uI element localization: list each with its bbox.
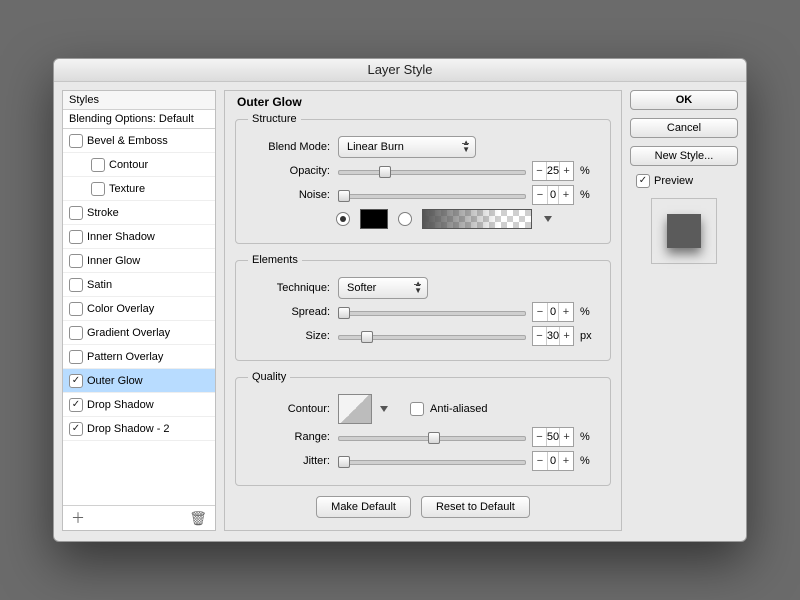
plus-icon[interactable]: + bbox=[558, 186, 573, 204]
checkbox[interactable] bbox=[69, 302, 83, 316]
preview-label: Preview bbox=[654, 175, 693, 187]
minus-icon[interactable]: − bbox=[533, 327, 547, 345]
opacity-input[interactable]: −25+ bbox=[532, 161, 574, 181]
plus-icon[interactable]: + bbox=[559, 428, 573, 446]
size-input[interactable]: −30+ bbox=[532, 326, 574, 346]
plus-icon[interactable]: + bbox=[558, 452, 573, 470]
effects-list: Bevel & Emboss Contour Texture Stroke In… bbox=[63, 129, 215, 505]
noise-slider[interactable] bbox=[338, 187, 526, 203]
plus-icon[interactable]: + bbox=[559, 327, 573, 345]
checkbox[interactable] bbox=[91, 182, 105, 196]
reset-default-button[interactable]: Reset to Default bbox=[421, 496, 530, 518]
checkbox[interactable] bbox=[69, 350, 83, 364]
effect-stroke[interactable]: Stroke bbox=[63, 201, 215, 225]
effect-outer-glow[interactable]: Outer Glow bbox=[63, 369, 215, 393]
dialog-buttons: OK Cancel New Style... Preview bbox=[630, 90, 738, 531]
noise-input[interactable]: −0+ bbox=[532, 185, 574, 205]
glow-color-gradient-radio[interactable] bbox=[398, 212, 412, 226]
preview-checkbox[interactable] bbox=[636, 174, 650, 188]
effect-inner-shadow[interactable]: Inner Shadow bbox=[63, 225, 215, 249]
glow-color-solid-radio[interactable] bbox=[336, 212, 350, 226]
ok-button[interactable]: OK bbox=[630, 90, 738, 110]
effect-gradient-overlay[interactable]: Gradient Overlay bbox=[63, 321, 215, 345]
size-slider[interactable] bbox=[338, 328, 526, 344]
checkbox[interactable] bbox=[69, 398, 83, 412]
quality-group: Quality Contour: Anti-aliased Range: −50… bbox=[235, 371, 611, 486]
range-input[interactable]: −50+ bbox=[532, 427, 574, 447]
glow-color-swatch[interactable] bbox=[360, 209, 388, 229]
minus-icon[interactable]: − bbox=[533, 303, 548, 321]
plus-icon[interactable]: + bbox=[558, 303, 573, 321]
minus-icon[interactable]: − bbox=[533, 428, 547, 446]
effect-satin[interactable]: Satin bbox=[63, 273, 215, 297]
jitter-slider[interactable] bbox=[338, 453, 526, 469]
checkbox[interactable] bbox=[69, 422, 83, 436]
minus-icon[interactable]: − bbox=[533, 452, 548, 470]
add-effect-icon[interactable]: ＋ bbox=[71, 508, 85, 528]
plus-icon[interactable]: + bbox=[559, 162, 573, 180]
checkbox[interactable] bbox=[69, 230, 83, 244]
new-style-button[interactable]: New Style... bbox=[630, 146, 738, 166]
checkbox[interactable] bbox=[69, 206, 83, 220]
jitter-input[interactable]: −0+ bbox=[532, 451, 574, 471]
layer-style-dialog: Layer Style Styles Blending Options: Def… bbox=[53, 58, 747, 542]
gradient-dropdown-icon[interactable] bbox=[544, 216, 552, 222]
make-default-button[interactable]: Make Default bbox=[316, 496, 411, 518]
checkbox[interactable] bbox=[69, 254, 83, 268]
anti-aliased-checkbox[interactable] bbox=[410, 402, 424, 416]
window-title: Layer Style bbox=[54, 59, 746, 82]
effect-drop-shadow[interactable]: Drop Shadow bbox=[63, 393, 215, 417]
blending-options-item[interactable]: Blending Options: Default bbox=[63, 110, 215, 129]
effect-color-overlay[interactable]: Color Overlay bbox=[63, 297, 215, 321]
preview-swatch bbox=[667, 214, 701, 248]
checkbox[interactable] bbox=[69, 278, 83, 292]
technique-dropdown[interactable]: Softer ▲▼ bbox=[338, 277, 428, 299]
checkbox[interactable] bbox=[91, 158, 105, 172]
blend-mode-dropdown[interactable]: Linear Burn ▲▼ bbox=[338, 136, 476, 158]
opacity-slider[interactable] bbox=[338, 163, 526, 179]
spread-slider[interactable] bbox=[338, 304, 526, 320]
effect-settings-panel: Outer Glow Structure Blend Mode: Linear … bbox=[224, 90, 622, 531]
checkbox[interactable] bbox=[69, 326, 83, 340]
delete-effect-icon[interactable]: 🗑 bbox=[189, 510, 207, 527]
styles-header: Styles bbox=[63, 91, 215, 110]
effect-pattern-overlay[interactable]: Pattern Overlay bbox=[63, 345, 215, 369]
range-slider[interactable] bbox=[338, 429, 526, 445]
minus-icon[interactable]: − bbox=[533, 162, 547, 180]
panel-title: Outer Glow bbox=[237, 95, 611, 109]
contour-dropdown-icon[interactable] bbox=[380, 406, 388, 412]
contour-picker[interactable] bbox=[338, 394, 372, 424]
structure-group: Structure Blend Mode: Linear Burn ▲▼ Opa… bbox=[235, 113, 611, 244]
anti-aliased-label: Anti-aliased bbox=[430, 403, 487, 415]
minus-icon[interactable]: − bbox=[533, 186, 548, 204]
preview-thumbnail bbox=[651, 198, 717, 264]
checkbox[interactable] bbox=[69, 134, 83, 148]
checkbox[interactable] bbox=[69, 374, 83, 388]
glow-gradient-swatch[interactable] bbox=[422, 209, 532, 229]
effect-texture[interactable]: Texture bbox=[63, 177, 215, 201]
effect-contour[interactable]: Contour bbox=[63, 153, 215, 177]
cancel-button[interactable]: Cancel bbox=[630, 118, 738, 138]
spread-input[interactable]: −0+ bbox=[532, 302, 574, 322]
styles-panel: Styles Blending Options: Default Bevel &… bbox=[62, 90, 216, 531]
effect-drop-shadow-2[interactable]: Drop Shadow - 2 bbox=[63, 417, 215, 441]
effect-bevel-emboss[interactable]: Bevel & Emboss bbox=[63, 129, 215, 153]
elements-group: Elements Technique: Softer ▲▼ Spread: −0… bbox=[235, 254, 611, 361]
effect-inner-glow[interactable]: Inner Glow bbox=[63, 249, 215, 273]
